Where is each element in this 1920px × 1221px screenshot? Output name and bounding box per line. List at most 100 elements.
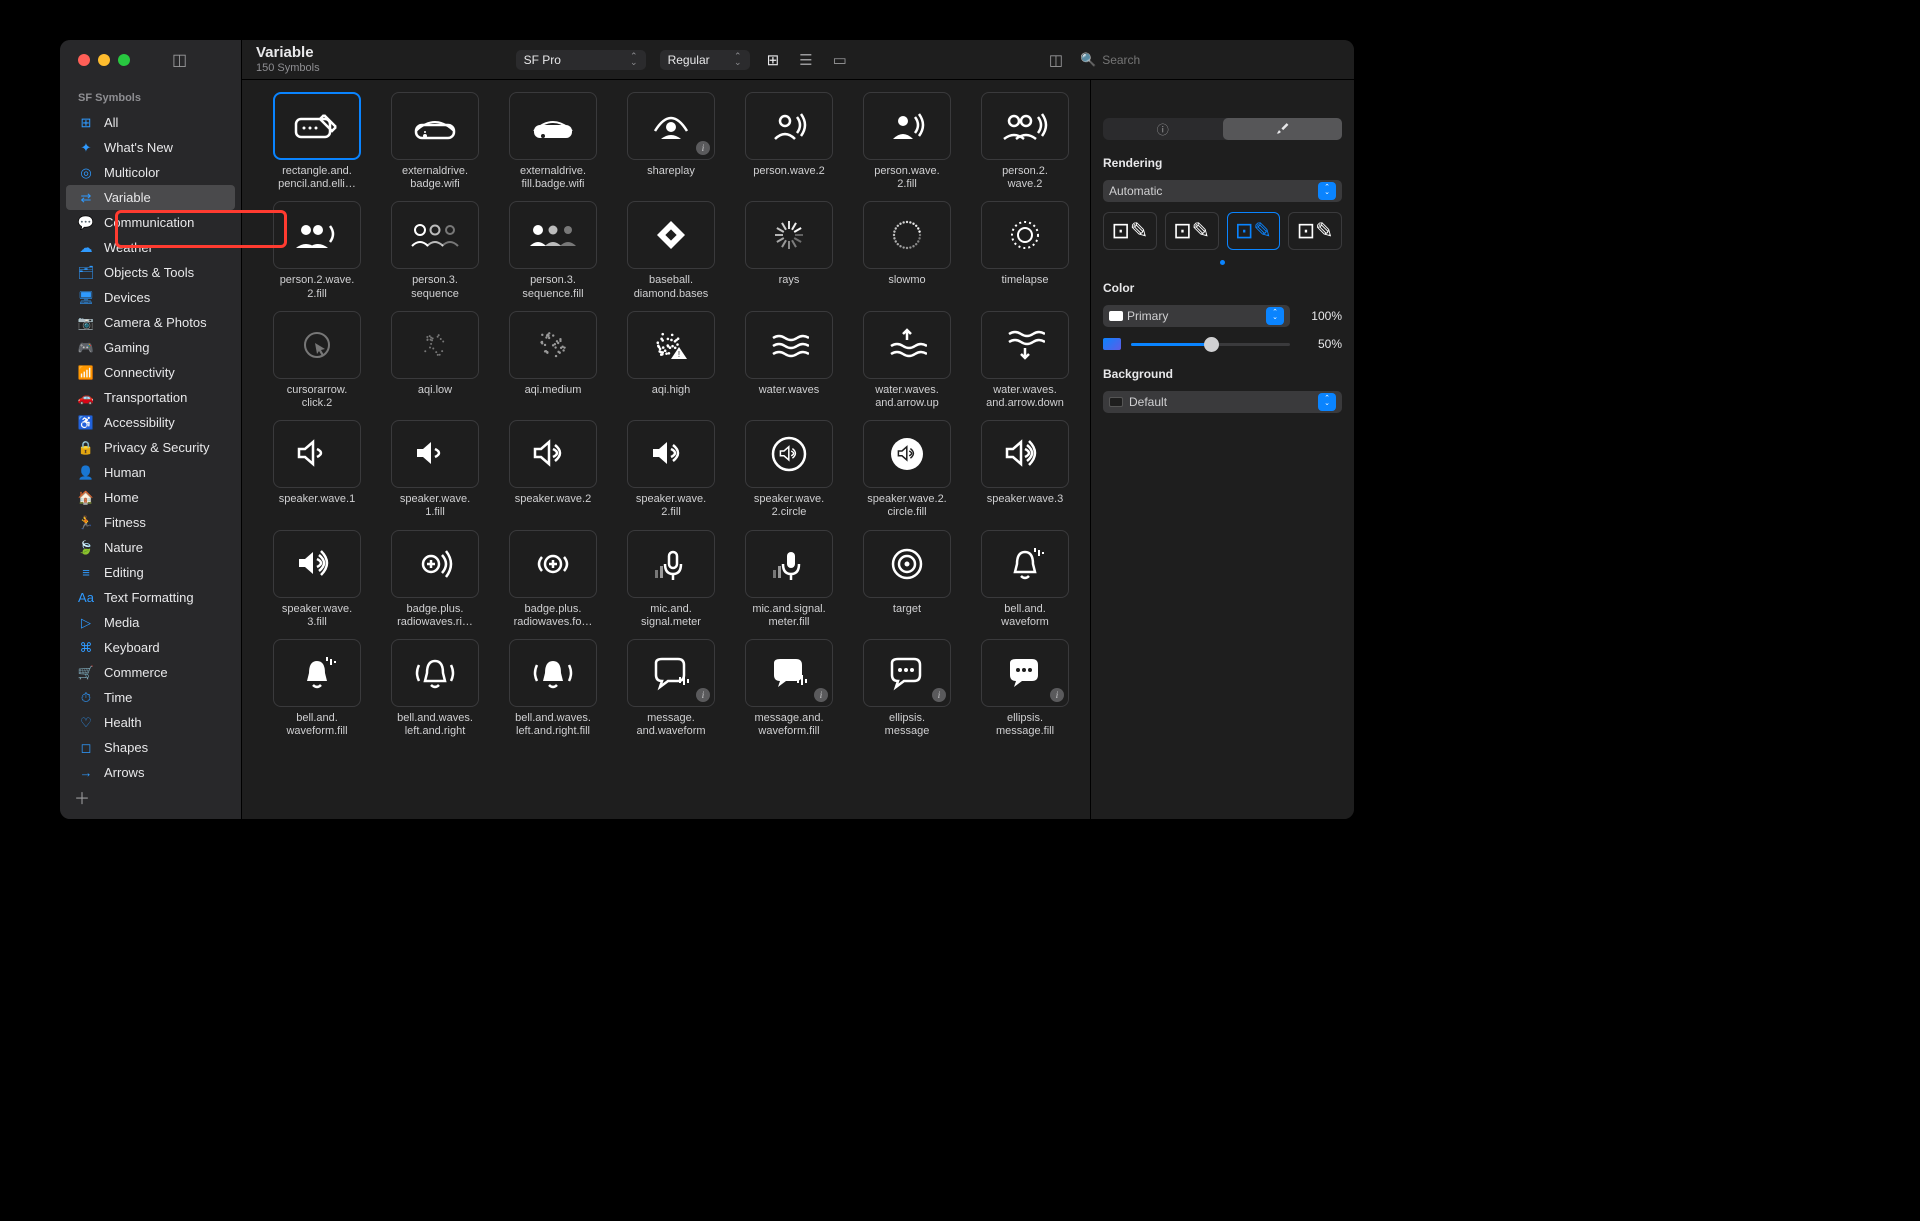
symbol-cell[interactable]: person.wave. 2.fill bbox=[850, 92, 964, 191]
symbol-tile[interactable] bbox=[981, 420, 1069, 488]
symbol-cell[interactable]: aqi.medium bbox=[496, 311, 610, 410]
minimize-window-button[interactable] bbox=[98, 54, 110, 66]
symbol-tile[interactable] bbox=[509, 639, 597, 707]
sidebar-item-objects-tools[interactable]: 🗂Objects & Tools bbox=[60, 260, 241, 285]
dot-icon[interactable] bbox=[1220, 260, 1225, 265]
symbol-cell[interactable]: aqi.low bbox=[378, 311, 492, 410]
symbol-cell[interactable]: speaker.wave. 3.fill bbox=[260, 530, 374, 629]
symbol-tile[interactable]: i bbox=[627, 92, 715, 160]
sidebar-item-communication[interactable]: 💬Communication bbox=[60, 210, 241, 235]
symbol-tile[interactable] bbox=[509, 420, 597, 488]
symbol-tile[interactable] bbox=[863, 311, 951, 379]
symbol-tile[interactable] bbox=[745, 201, 833, 269]
symbol-cell[interactable]: rays bbox=[732, 201, 846, 300]
symbol-cell[interactable]: bell.and.waves. left.and.right.fill bbox=[496, 639, 610, 738]
symbol-cell[interactable]: speaker.wave.2 bbox=[496, 420, 610, 519]
sidebar-item-human[interactable]: 👤Human bbox=[60, 460, 241, 485]
symbol-tile[interactable] bbox=[391, 201, 479, 269]
symbol-cell[interactable]: person.2.wave. 2.fill bbox=[260, 201, 374, 300]
background-dropdown[interactable]: Default ⌃⌄ bbox=[1103, 391, 1342, 413]
symbol-cell[interactable]: mic.and. signal.meter bbox=[614, 530, 728, 629]
sidebar-item-media[interactable]: ▷Media bbox=[60, 610, 241, 635]
close-window-button[interactable] bbox=[78, 54, 90, 66]
symbol-cell[interactable]: person.wave.2 bbox=[732, 92, 846, 191]
sidebar-item-connectivity[interactable]: 📶Connectivity bbox=[60, 360, 241, 385]
symbol-cell[interactable]: slowmo bbox=[850, 201, 964, 300]
symbol-tile[interactable] bbox=[745, 92, 833, 160]
symbol-cell[interactable]: !aqi.high bbox=[614, 311, 728, 410]
symbol-grid-area[interactable]: rectangle.and. pencil.and.elli…externald… bbox=[242, 80, 1090, 819]
symbol-tile[interactable] bbox=[273, 201, 361, 269]
symbol-tile[interactable] bbox=[981, 92, 1069, 160]
symbol-cell[interactable]: speaker.wave. 2.fill bbox=[614, 420, 728, 519]
symbol-cell[interactable]: speaker.wave. 1.fill bbox=[378, 420, 492, 519]
symbol-cell[interactable]: speaker.wave.3 bbox=[968, 420, 1082, 519]
symbol-cell[interactable]: speaker.wave. 2.circle bbox=[732, 420, 846, 519]
symbol-cell[interactable]: badge.plus. radiowaves.fo… bbox=[496, 530, 610, 629]
sidebar-item-time[interactable]: ⏱Time bbox=[60, 685, 241, 710]
symbol-cell[interactable]: water.waves. and.arrow.up bbox=[850, 311, 964, 410]
symbol-cell[interactable]: rectangle.and. pencil.and.elli… bbox=[260, 92, 374, 191]
symbol-cell[interactable]: person.2. wave.2 bbox=[968, 92, 1082, 191]
symbol-tile[interactable] bbox=[391, 530, 479, 598]
symbol-tile[interactable] bbox=[745, 311, 833, 379]
sidebar-item-shapes[interactable]: ◻Shapes bbox=[60, 735, 241, 760]
sidebar-item-text-formatting[interactable]: AaText Formatting bbox=[60, 585, 241, 610]
symbol-cell[interactable]: water.waves bbox=[732, 311, 846, 410]
symbol-cell[interactable]: externaldrive. badge.wifi bbox=[378, 92, 492, 191]
symbol-tile[interactable] bbox=[509, 311, 597, 379]
sidebar-item-all[interactable]: ⊞All bbox=[60, 110, 241, 135]
symbol-tile[interactable]: i bbox=[745, 639, 833, 707]
symbol-cell[interactable]: imessage. and.waveform bbox=[614, 639, 728, 738]
gallery-view-icon[interactable]: ▭ bbox=[830, 51, 850, 69]
symbol-tile[interactable] bbox=[863, 201, 951, 269]
symbol-tile[interactable] bbox=[627, 530, 715, 598]
variant-preview[interactable]: ⊡✎ bbox=[1165, 212, 1219, 250]
grid-view-icon[interactable]: ⊞ bbox=[764, 51, 783, 69]
symbol-cell[interactable]: baseball. diamond.bases bbox=[614, 201, 728, 300]
variant-preview[interactable]: ⊡✎ bbox=[1103, 212, 1157, 250]
symbol-tile[interactable] bbox=[981, 201, 1069, 269]
symbol-cell[interactable]: person.3. sequence bbox=[378, 201, 492, 300]
symbol-tile[interactable] bbox=[863, 530, 951, 598]
symbol-cell[interactable]: bell.and.waves. left.and.right bbox=[378, 639, 492, 738]
symbol-tile[interactable] bbox=[627, 201, 715, 269]
symbol-cell[interactable]: iellipsis. message bbox=[850, 639, 964, 738]
symbol-tile[interactable] bbox=[273, 311, 361, 379]
variant-preview[interactable]: ⊡✎ bbox=[1288, 212, 1342, 250]
sidebar-item-multicolor[interactable]: ◎Multicolor bbox=[60, 160, 241, 185]
add-collection-button[interactable]: ＋ bbox=[60, 779, 241, 819]
symbol-cell[interactable]: target bbox=[850, 530, 964, 629]
symbol-cell[interactable]: timelapse bbox=[968, 201, 1082, 300]
sidebar-toggle-icon[interactable]: ◫ bbox=[172, 50, 187, 70]
symbol-cell[interactable]: cursorarrow. click.2 bbox=[260, 311, 374, 410]
sidebar-item-transportation[interactable]: 🚗Transportation bbox=[60, 385, 241, 410]
sidebar-item-camera-photos[interactable]: 📷Camera & Photos bbox=[60, 310, 241, 335]
symbol-tile[interactable]: ! bbox=[627, 311, 715, 379]
inspector-render-tab[interactable] bbox=[1223, 118, 1343, 140]
symbol-tile[interactable] bbox=[509, 201, 597, 269]
symbol-tile[interactable]: i bbox=[863, 639, 951, 707]
symbol-tile[interactable] bbox=[273, 92, 361, 160]
symbol-tile[interactable] bbox=[273, 420, 361, 488]
symbol-cell[interactable]: speaker.wave.1 bbox=[260, 420, 374, 519]
sidebar-item-editing[interactable]: ≡Editing bbox=[60, 560, 241, 585]
variable-slider[interactable] bbox=[1131, 343, 1290, 346]
symbol-tile[interactable] bbox=[391, 92, 479, 160]
zoom-window-button[interactable] bbox=[118, 54, 130, 66]
sidebar-item-keyboard[interactable]: ⌘Keyboard bbox=[60, 635, 241, 660]
slider-thumb[interactable] bbox=[1204, 337, 1219, 352]
sidebar-item-gaming[interactable]: 🎮Gaming bbox=[60, 335, 241, 360]
symbol-cell[interactable]: bell.and. waveform.fill bbox=[260, 639, 374, 738]
symbol-cell[interactable]: iellipsis. message.fill bbox=[968, 639, 1082, 738]
symbol-tile[interactable] bbox=[273, 530, 361, 598]
symbol-tile[interactable] bbox=[391, 639, 479, 707]
symbol-tile[interactable] bbox=[981, 530, 1069, 598]
sidebar-item-weather[interactable]: ☁Weather bbox=[60, 235, 241, 260]
color-dropdown[interactable]: Primary ⌃⌄ bbox=[1103, 305, 1290, 327]
symbol-tile[interactable] bbox=[391, 311, 479, 379]
sidebar-item-privacy-security[interactable]: 🔒Privacy & Security bbox=[60, 435, 241, 460]
list-view-icon[interactable]: ☰ bbox=[796, 51, 815, 69]
variant-preview-selected[interactable]: ⊡✎ bbox=[1227, 212, 1281, 250]
symbol-tile[interactable] bbox=[745, 420, 833, 488]
